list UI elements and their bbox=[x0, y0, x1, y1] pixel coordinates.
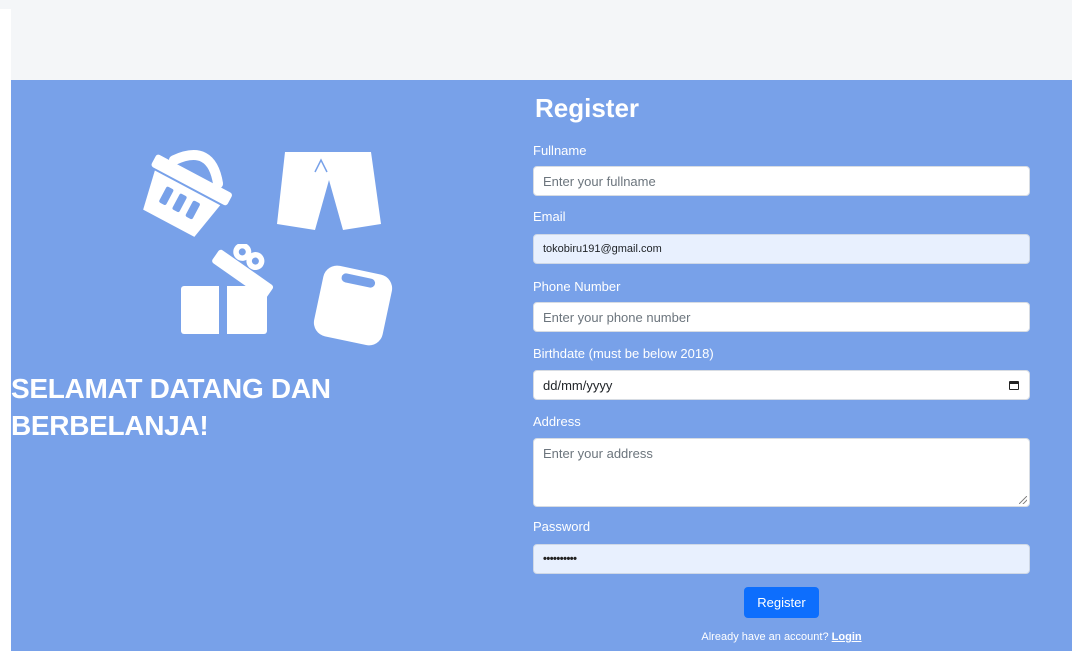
top-band bbox=[11, 9, 1072, 80]
birthdate-value: dd/mm/yyyy bbox=[543, 377, 613, 393]
login-prompt-text: Already have an account? bbox=[701, 631, 829, 643]
phone-input[interactable]: Enter your phone number bbox=[533, 302, 1030, 332]
fullname-input[interactable]: Enter your fullname bbox=[533, 166, 1030, 196]
calendar-icon[interactable] bbox=[1009, 380, 1019, 390]
welcome-line-2: BERBELANJA! bbox=[11, 410, 209, 441]
form-title: Register bbox=[535, 93, 640, 123]
login-link[interactable]: Login bbox=[832, 631, 862, 643]
fullname-placeholder: Enter your fullname bbox=[543, 173, 656, 189]
gift-box-icon bbox=[181, 244, 274, 334]
password-value: •••••••••• bbox=[543, 553, 577, 565]
top-strip bbox=[0, 0, 1072, 9]
phone-label: Phone Number bbox=[533, 279, 621, 294]
register-panel: SELAMAT DATANG DAN BERBELANJA! Register … bbox=[11, 80, 1072, 651]
top-navbar bbox=[0, 0, 1072, 80]
birthdate-label: Birthdate (must be below 2018) bbox=[533, 346, 714, 361]
shorts-icon bbox=[277, 152, 381, 230]
password-input[interactable]: •••••••••• bbox=[533, 544, 1030, 574]
address-placeholder: Enter your address bbox=[543, 446, 653, 461]
illustration-area: SELAMAT DATANG DAN BERBELANJA! bbox=[11, 80, 531, 651]
register-button[interactable]: Register bbox=[744, 587, 819, 618]
welcome-heading: SELAMAT DATANG DAN BERBELANJA! bbox=[11, 370, 471, 444]
login-prompt: Already have an account? Login bbox=[533, 631, 1030, 643]
password-label: Password bbox=[533, 519, 591, 534]
phone-placeholder: Enter your phone number bbox=[543, 309, 691, 325]
fullname-label: Fullname bbox=[533, 143, 587, 158]
welcome-line-1: SELAMAT DATANG DAN bbox=[11, 373, 331, 404]
email-input[interactable]: tokobiru191@gmail.com bbox=[533, 234, 1030, 264]
email-value: tokobiru191@gmail.com bbox=[543, 243, 662, 255]
resize-grip-icon[interactable] bbox=[1019, 496, 1027, 504]
address-textarea[interactable]: Enter your address bbox=[533, 438, 1030, 507]
birthdate-input[interactable]: dd/mm/yyyy bbox=[533, 370, 1030, 400]
shopping-basket-icon bbox=[143, 150, 232, 237]
address-label: Address bbox=[533, 414, 581, 429]
email-label: Email bbox=[533, 209, 566, 224]
register-form: Register Fullname Enter your fullname Em… bbox=[533, 80, 1053, 651]
shopping-bag-icon bbox=[313, 265, 393, 346]
